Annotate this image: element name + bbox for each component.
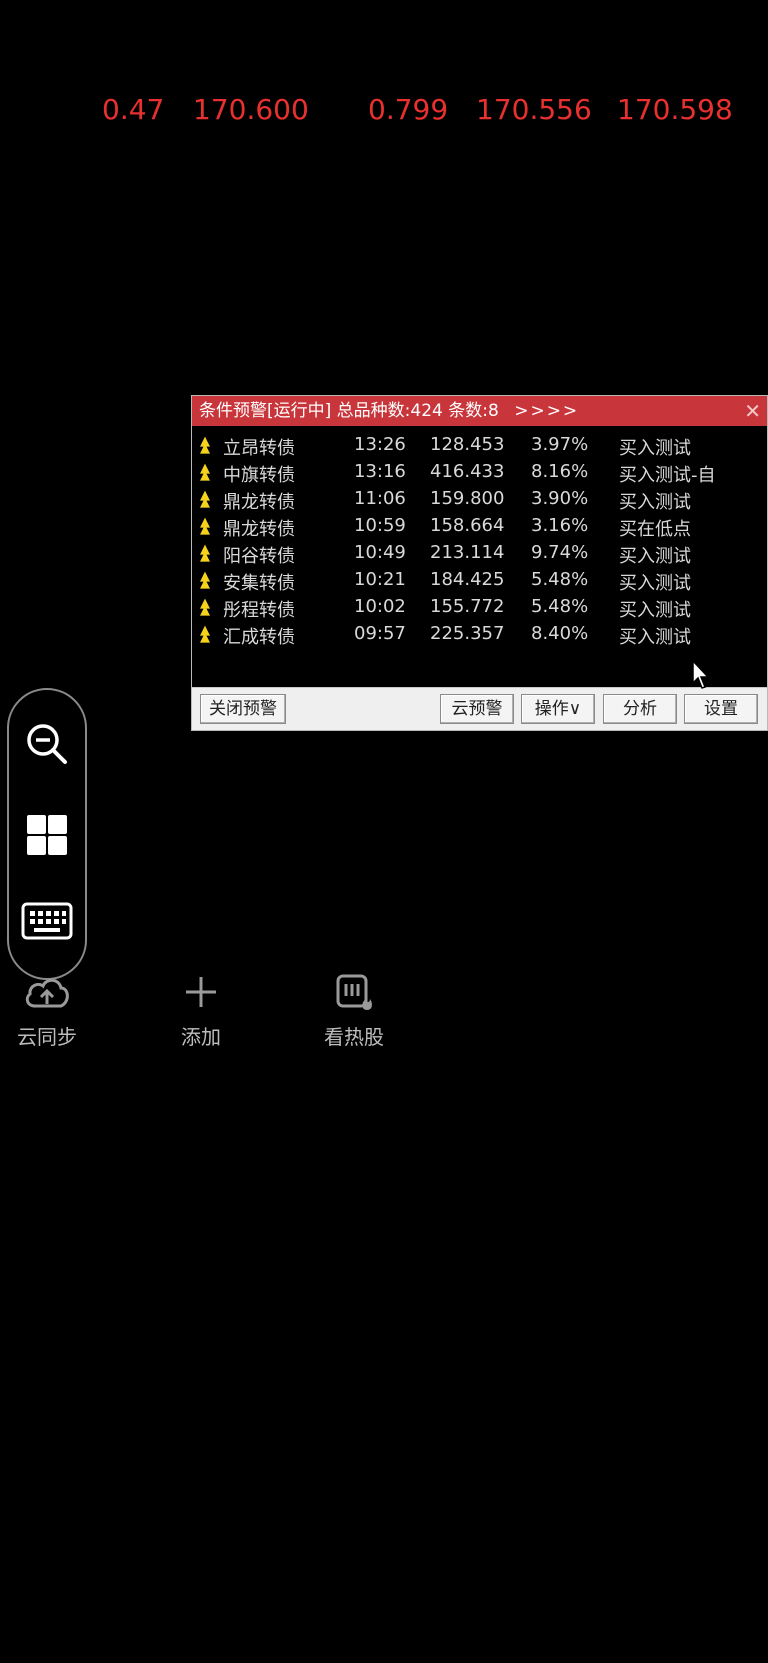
alert-change: 9.74% — [531, 542, 589, 563]
alert-price: 416.433 — [430, 461, 505, 482]
windows-icon — [27, 815, 67, 855]
alert-change: 3.97% — [531, 434, 589, 455]
bond-name: 阳谷转债 — [223, 546, 295, 567]
double-up-arrow-icon: ▲ ▲ — [200, 461, 210, 483]
alert-time: 10:21 — [354, 569, 406, 590]
hot-stocks-icon — [336, 974, 372, 1010]
hot-stocks-button[interactable]: 看热股 — [304, 968, 404, 1050]
quote-value-4: 170.556 — [476, 93, 592, 126]
cloud-alert-button[interactable]: 云预警 — [440, 694, 514, 724]
double-up-arrow-icon: ▲ ▲ — [200, 569, 210, 591]
alert-row[interactable]: ▲ ▲ 汇成转债 09:57 225.357 8.40% 买入测试 — [192, 623, 767, 650]
alert-change: 3.16% — [531, 515, 589, 536]
alert-change: 8.40% — [531, 623, 589, 644]
alert-button-bar: 关闭预警 云预警 操作∨ 分析 设置 — [192, 687, 767, 730]
windows-button[interactable] — [9, 805, 85, 865]
alert-condition: 买在低点 — [619, 519, 691, 540]
quote-value-1: 0.47 — [102, 93, 165, 126]
mouse-cursor-icon — [692, 660, 710, 689]
alert-row[interactable]: ▲ ▲ 立昂转债 13:26 128.453 3.97% 买入测试 — [192, 434, 767, 461]
alert-row[interactable]: ▲ ▲ 彤程转债 10:02 155.772 5.48% 买入测试 — [192, 596, 767, 623]
alert-row[interactable]: ▲ ▲ 鼎龙转债 10:59 158.664 3.16% 买在低点 — [192, 515, 767, 542]
double-up-arrow-icon: ▲ ▲ — [200, 596, 210, 618]
alert-change: 5.48% — [531, 596, 589, 617]
keyboard-button[interactable] — [9, 892, 85, 952]
double-up-arrow-icon: ▲ ▲ — [200, 623, 210, 645]
alert-time: 13:26 — [354, 434, 406, 455]
alert-price: 184.425 — [430, 569, 505, 590]
keyboard-icon — [21, 902, 73, 940]
quote-value-3: 0.799 — [368, 93, 449, 126]
alert-title-bar[interactable]: 条件预警[运行中] 总品种数:424 条数:8 >>>> ✕ — [192, 396, 767, 426]
alert-row[interactable]: ▲ ▲ 安集转债 10:21 184.425 5.48% 买入测试 — [192, 569, 767, 596]
zoom-out-button[interactable] — [9, 714, 85, 774]
alert-price: 128.453 — [430, 434, 505, 455]
add-label: 添加 — [181, 1025, 221, 1049]
plus-icon — [186, 977, 216, 1007]
alert-change: 8.16% — [531, 461, 589, 482]
bond-name: 汇成转债 — [223, 627, 295, 648]
quote-value-2: 170.600 — [193, 93, 309, 126]
alert-row[interactable]: ▲ ▲ 中旗转债 13:16 416.433 8.16% 买入测试-自 — [192, 461, 767, 488]
alert-time: 10:49 — [354, 542, 406, 563]
double-up-arrow-icon: ▲ ▲ — [200, 488, 210, 510]
add-button[interactable]: 添加 — [151, 968, 251, 1050]
alert-time: 13:16 — [354, 461, 406, 482]
alert-price: 213.114 — [430, 542, 505, 563]
alert-change: 5.48% — [531, 569, 589, 590]
cloud-sync-label: 云同步 — [17, 1025, 77, 1049]
bond-name: 鼎龙转债 — [223, 492, 295, 513]
double-up-arrow-icon: ▲ ▲ — [200, 542, 210, 564]
alert-condition: 买入测试-自 — [619, 465, 716, 486]
alert-condition: 买入测试 — [619, 546, 691, 567]
hot-stocks-label: 看热股 — [324, 1025, 384, 1049]
settings-button[interactable]: 设置 — [684, 694, 758, 724]
cloud-sync-button[interactable]: 云同步 — [0, 968, 97, 1050]
alert-price: 159.800 — [430, 488, 505, 509]
alert-condition: 买入测试 — [619, 492, 691, 513]
alert-condition: 买入测试 — [619, 600, 691, 621]
double-up-arrow-icon: ▲ ▲ — [200, 515, 210, 537]
alert-time: 10:02 — [354, 596, 406, 617]
alert-row[interactable]: ▲ ▲ 鼎龙转债 11:06 159.800 3.90% 买入测试 — [192, 488, 767, 515]
close-alert-button[interactable]: 关闭预警 — [200, 694, 286, 724]
quote-value-5: 170.598 — [617, 93, 733, 126]
alert-time: 10:59 — [354, 515, 406, 536]
bond-name: 彤程转债 — [223, 600, 295, 621]
expand-arrows[interactable]: >>>> — [514, 401, 579, 421]
double-up-arrow-icon: ▲ ▲ — [200, 434, 210, 456]
bond-name: 鼎龙转债 — [223, 519, 295, 540]
analyze-button[interactable]: 分析 — [603, 694, 677, 724]
close-icon[interactable]: ✕ — [744, 396, 761, 426]
alert-list: ▲ ▲ 立昂转债 13:26 128.453 3.97% 买入测试 ▲ ▲ 中旗转债… — [192, 426, 767, 688]
alert-condition: 买入测试 — [619, 438, 691, 459]
cloud-upload-icon — [25, 978, 69, 1008]
bond-name: 中旗转债 — [223, 465, 295, 486]
alert-price: 155.772 — [430, 596, 505, 617]
alert-title: 条件预警[运行中] 总品种数:424 条数:8 — [199, 401, 499, 421]
floating-toolbar — [7, 688, 87, 980]
alert-time: 11:06 — [354, 488, 406, 509]
bond-name: 立昂转债 — [223, 438, 295, 459]
alert-time: 09:57 — [354, 623, 406, 644]
condition-alert-window: 条件预警[运行中] 总品种数:424 条数:8 >>>> ✕ ▲ ▲ 立昂转债 1… — [191, 395, 768, 731]
zoom-out-icon — [27, 724, 67, 764]
alert-condition: 买入测试 — [619, 627, 691, 648]
alert-condition: 买入测试 — [619, 573, 691, 594]
operate-menu-button[interactable]: 操作∨ — [521, 694, 595, 724]
alert-change: 3.90% — [531, 488, 589, 509]
bond-name: 安集转债 — [223, 573, 295, 594]
alert-row[interactable]: ▲ ▲ 阳谷转债 10:49 213.114 9.74% 买入测试 — [192, 542, 767, 569]
alert-price: 225.357 — [430, 623, 505, 644]
alert-price: 158.664 — [430, 515, 505, 536]
